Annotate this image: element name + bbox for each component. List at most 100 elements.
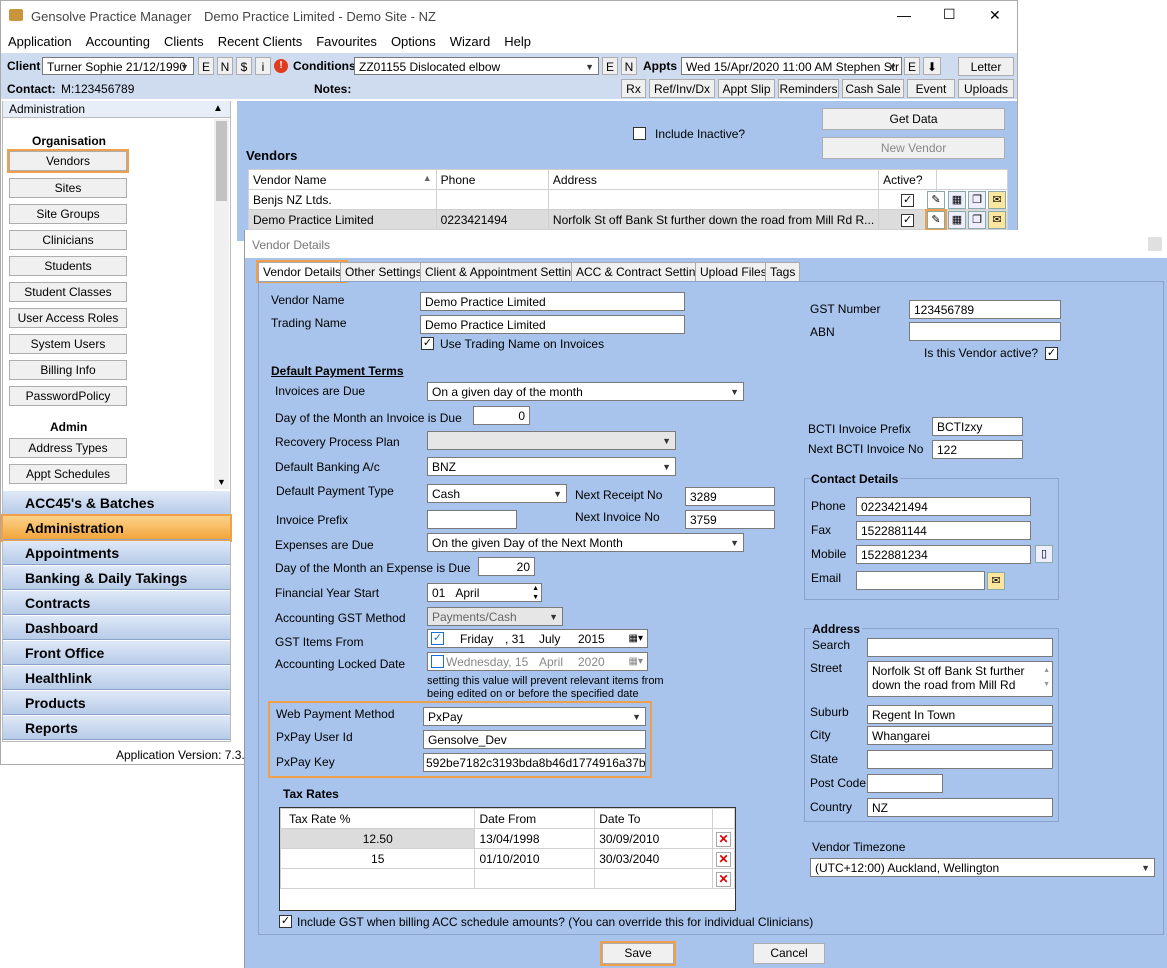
client-billing-button[interactable]: $ (236, 57, 252, 75)
rx-button[interactable]: Rx (621, 79, 646, 98)
sidebar-item-site-groups[interactable]: Site Groups (9, 204, 127, 224)
day-invoice-due-input[interactable]: 0 (473, 406, 530, 425)
nav-dashboard[interactable]: Dashboard (3, 616, 230, 640)
col-date-to[interactable]: Date To (594, 808, 714, 829)
invoices-due-select[interactable]: On a given day of the month ▼ (427, 382, 744, 401)
cancel-button[interactable]: Cancel (753, 943, 825, 964)
vendor-active-checkbox[interactable]: ✓ (1045, 347, 1058, 360)
col-date-from[interactable]: Date From (474, 808, 596, 829)
sidebar-item-student-classes[interactable]: Student Classes (9, 282, 127, 302)
next-invoice-input[interactable]: 3759 (685, 510, 775, 529)
city-input[interactable]: Whangarei (867, 726, 1053, 745)
menu-favourites[interactable]: Favourites (316, 34, 377, 49)
dialog-close-icon[interactable] (1148, 237, 1162, 251)
alert-icon[interactable]: ! (274, 59, 288, 73)
table-row[interactable]: Demo Practice Limited 0223421494 Norfolk… (248, 209, 1008, 230)
menu-clients[interactable]: Clients (164, 34, 204, 49)
country-input[interactable]: NZ (867, 798, 1053, 817)
email-icon[interactable]: ✉ (988, 191, 1006, 209)
sidebar-item-clinicians[interactable]: Clinicians (9, 230, 127, 250)
reminders-button[interactable]: Reminders (778, 79, 839, 98)
day-expense-due-input[interactable]: 20 (478, 557, 535, 576)
tab-upload-files[interactable]: Upload Files (695, 262, 772, 281)
recovery-plan-select[interactable]: ▼ (427, 431, 676, 450)
nav-front-office[interactable]: Front Office (3, 641, 230, 665)
copy-icon[interactable]: ❐ (968, 211, 986, 229)
col-phone[interactable]: Phone (435, 169, 549, 190)
client-edit-button[interactable]: E (198, 57, 214, 75)
email-icon[interactable]: ✉ (988, 211, 1006, 229)
condition-new-button[interactable]: N (621, 57, 637, 75)
menu-help[interactable]: Help (504, 34, 531, 49)
sidebar-item-address-types[interactable]: Address Types (9, 438, 127, 458)
tab-tags[interactable]: Tags (765, 262, 801, 281)
nav-contracts[interactable]: Contracts (3, 591, 230, 615)
client-new-button[interactable]: N (217, 57, 233, 75)
locked-date-datepicker[interactable]: Wednesday, 15 April 2020 ▦▾ (427, 652, 648, 671)
use-trading-name-checkbox[interactable]: ✓ (421, 337, 434, 350)
tab-vendor-details[interactable]: Vendor Details (255, 260, 349, 283)
financial-year-input[interactable]: 01 April ▲ ▼ (427, 583, 542, 602)
appt-edit-button[interactable]: E (904, 57, 920, 75)
condition-edit-button[interactable]: E (602, 57, 618, 75)
table-row[interactable]: 12.50 13/04/1998 30/09/2010 (279, 828, 735, 849)
postcode-input[interactable] (867, 774, 943, 793)
edit-pencil-icon[interactable]: ✎ (925, 209, 947, 231)
sidebar-item-user-access-roles[interactable]: User Access Roles (9, 308, 127, 328)
new-vendor-button[interactable]: New Vendor (822, 137, 1005, 159)
ref-inv-dx-button[interactable]: Ref/Inv/Dx (649, 79, 715, 98)
trading-name-input[interactable]: Demo Practice Limited (420, 315, 685, 334)
edit-pencil-icon[interactable]: ✎ (927, 191, 945, 209)
sidebar-scrollbar[interactable] (214, 119, 229, 489)
tab-other-settings[interactable]: Other Settings (340, 262, 427, 281)
phone-device-icon[interactable]: ▯ (1035, 545, 1053, 563)
state-input[interactable] (867, 750, 1053, 769)
table-row[interactable] (279, 868, 735, 889)
tab-client-appointment-settings[interactable]: Client & Appointment Settings (420, 262, 589, 281)
include-gst-checkbox[interactable]: ✓ (279, 915, 292, 928)
pxpay-key-input[interactable]: 592be7182c3193bda8b46d1774916a37b028 (423, 753, 646, 772)
menu-recent-clients[interactable]: Recent Clients (218, 34, 303, 49)
menu-application[interactable]: Application (8, 34, 72, 49)
menu-options[interactable]: Options (391, 34, 436, 49)
email-icon[interactable]: ✉ (987, 572, 1005, 590)
col-vendor-name[interactable]: Vendor Name ▲ (248, 169, 437, 190)
tab-acc-contract-settings[interactable]: ACC & Contract Settings (571, 262, 714, 281)
grid-icon[interactable]: ▦ (948, 191, 966, 209)
suburb-input[interactable]: Regent In Town (867, 705, 1053, 724)
conditions-select[interactable]: ZZ01155 Dislocated elbow ▼ (354, 57, 599, 75)
accounting-gst-select[interactable]: Payments/Cash ▼ (427, 607, 563, 626)
address-search-input[interactable] (867, 638, 1053, 657)
sidebar-item-sites[interactable]: Sites (9, 178, 127, 198)
nav-banking-daily-takings[interactable]: Banking & Daily Takings (3, 566, 230, 590)
delete-row-icon[interactable]: ✕ (716, 832, 731, 847)
invoice-prefix-input[interactable] (427, 510, 517, 529)
vendor-name-input[interactable]: Demo Practice Limited (420, 292, 685, 311)
appt-slip-button[interactable]: Appt Slip (718, 79, 775, 98)
gst-number-input[interactable]: 123456789 (909, 300, 1061, 319)
delete-row-icon[interactable]: ✕ (716, 852, 731, 867)
copy-icon[interactable]: ❐ (968, 191, 986, 209)
nav-reports[interactable]: Reports (3, 716, 230, 740)
appts-select[interactable]: Wed 15/Apr/2020 11:00 AM Stephen Str ▼ (681, 57, 902, 75)
mobile-input[interactable]: 1522881234 (856, 545, 1031, 564)
nav-products[interactable]: Products (3, 691, 230, 715)
nav-healthlink[interactable]: Healthlink (3, 666, 230, 690)
close-icon[interactable]: ✕ (989, 7, 1001, 24)
sidebar-item-students[interactable]: Students (9, 256, 127, 276)
event-button[interactable]: Event (907, 79, 955, 98)
menu-accounting[interactable]: Accounting (86, 34, 150, 49)
sidebar-item-appt-schedules[interactable]: Appt Schedules (9, 464, 127, 484)
abn-input[interactable] (909, 322, 1061, 341)
nav-appointments[interactable]: Appointments (3, 541, 230, 565)
menu-wizard[interactable]: Wizard (450, 34, 490, 49)
minimize-icon[interactable]: — (897, 7, 911, 23)
payment-type-select[interactable]: Cash ▼ (427, 484, 567, 503)
gst-items-from-datepicker[interactable]: ✓ Friday , 31 July 2015 ▦▾ (427, 629, 648, 648)
download-icon[interactable]: ⬇ (923, 57, 941, 75)
cash-sale-button[interactable]: Cash Sale (842, 79, 904, 98)
delete-row-icon[interactable]: ✕ (716, 872, 731, 887)
get-data-button[interactable]: Get Data (822, 108, 1005, 130)
col-address[interactable]: Address (547, 169, 880, 190)
expenses-due-select[interactable]: On the given Day of the Next Month ▼ (427, 533, 744, 552)
